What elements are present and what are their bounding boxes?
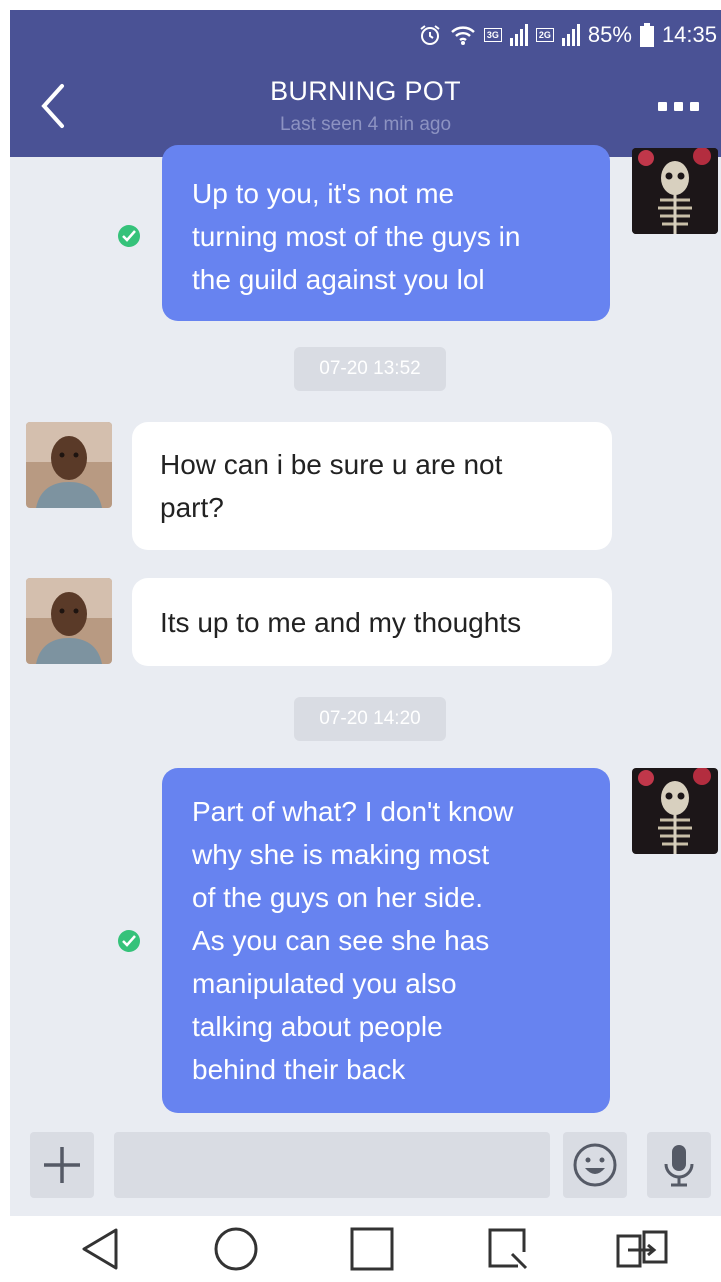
network-2-badge: 2G bbox=[535, 28, 554, 42]
microphone-icon bbox=[664, 1145, 694, 1187]
header-bar: 3G 2G 85% 14:35 BURNING POT Last seen 4 … bbox=[10, 10, 721, 157]
message-line: why she is making most bbox=[192, 839, 490, 870]
nav-back-icon[interactable] bbox=[80, 1224, 120, 1274]
battery-percent: 85% bbox=[587, 22, 632, 47]
read-check-icon bbox=[118, 225, 140, 247]
message-outgoing[interactable]: Up to you, it's not me turning most of t… bbox=[162, 145, 610, 321]
message-line: of the guys on her side. bbox=[192, 882, 484, 913]
message-incoming[interactable]: Its up to me and my thoughts bbox=[132, 578, 612, 666]
nav-recent-icon[interactable] bbox=[348, 1224, 396, 1274]
message-input-bar bbox=[10, 1124, 721, 1216]
message-line: As you can see she has bbox=[192, 925, 490, 956]
read-check-icon bbox=[118, 930, 140, 952]
message-line: turning most of the guys in bbox=[192, 221, 521, 252]
signal-2-icon bbox=[561, 24, 580, 46]
chat-title: BURNING POT bbox=[270, 76, 461, 106]
message-line: Up to you, it's not me bbox=[192, 178, 455, 209]
message-line: Part of what? I don't know bbox=[192, 796, 514, 827]
message-incoming[interactable]: How can i be sure u are not part? bbox=[132, 422, 612, 550]
message-line: behind their back bbox=[192, 1054, 406, 1085]
chat-screen: 3G 2G 85% 14:35 BURNING POT Last seen 4 … bbox=[10, 10, 721, 1282]
voice-button[interactable] bbox=[647, 1132, 711, 1198]
emoji-button[interactable] bbox=[563, 1132, 627, 1198]
my-avatar[interactable] bbox=[632, 768, 718, 854]
wifi-icon bbox=[451, 26, 475, 45]
plus-icon bbox=[44, 1147, 80, 1183]
message-text-input[interactable] bbox=[114, 1132, 550, 1198]
timestamp: 07-20 14:20 bbox=[294, 697, 446, 741]
message-line: part? bbox=[160, 492, 224, 523]
alarm-icon bbox=[420, 25, 440, 45]
nav-switch-icon[interactable] bbox=[614, 1224, 670, 1274]
contact-avatar[interactable] bbox=[26, 578, 112, 664]
message-line: talking about people bbox=[192, 1011, 443, 1042]
my-avatar[interactable] bbox=[632, 148, 718, 234]
contact-avatar[interactable] bbox=[26, 422, 112, 508]
signal-1-icon bbox=[509, 24, 528, 46]
message-line: Its up to me and my thoughts bbox=[160, 607, 522, 638]
message-line: How can i be sure u are not bbox=[160, 449, 503, 480]
battery-icon bbox=[639, 23, 654, 47]
system-nav-bar bbox=[10, 1216, 721, 1282]
nav-capture-icon[interactable] bbox=[484, 1224, 532, 1274]
attach-button[interactable] bbox=[30, 1132, 94, 1198]
network-1-badge: 3G bbox=[483, 28, 502, 42]
emoji-icon bbox=[573, 1143, 617, 1187]
last-seen: Last seen 4 min ago bbox=[279, 114, 452, 135]
nav-home-icon[interactable] bbox=[212, 1224, 260, 1274]
clock: 14:35 bbox=[661, 22, 717, 47]
timestamp: 07-20 13:52 bbox=[294, 347, 446, 391]
more-options-icon[interactable] bbox=[658, 102, 699, 111]
status-bar: 3G 2G 85% 14:35 bbox=[418, 18, 717, 52]
message-line: manipulated you also bbox=[192, 968, 457, 999]
message-line: the guild against you lol bbox=[192, 264, 485, 295]
message-outgoing[interactable]: Part of what? I don't know why she is ma… bbox=[162, 768, 610, 1113]
